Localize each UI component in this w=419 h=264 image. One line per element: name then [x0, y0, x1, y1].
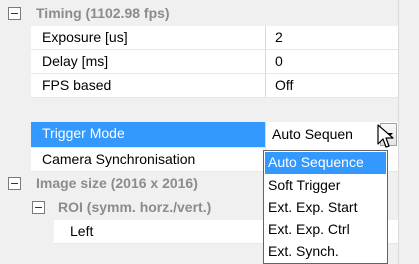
dropdown-option-ext-synch[interactable]: Ext. Synch.: [265, 241, 386, 263]
property-row-fps-based[interactable]: FPS based Off: [0, 74, 398, 98]
property-value[interactable]: Off: [266, 74, 398, 98]
property-name[interactable]: Exposure [us]: [31, 26, 266, 50]
category-timing[interactable]: Timing (1102.98 fps): [0, 2, 398, 26]
collapse-minus-icon[interactable]: [8, 177, 21, 190]
property-name[interactable]: Camera Synchronisation: [31, 148, 266, 172]
dropdown-option-soft-trigger[interactable]: Soft Trigger: [265, 175, 386, 197]
trigger-mode-dropdown-list: Auto Sequence Soft Trigger Ext. Exp. Sta…: [263, 150, 388, 264]
category-label-roi: ROI (symm. horz./vert.): [58, 199, 212, 215]
property-row-exposure[interactable]: Exposure [us] 2: [0, 26, 398, 50]
property-name[interactable]: FPS based: [31, 74, 266, 98]
collapse-minus-icon[interactable]: [8, 7, 21, 20]
property-name[interactable]: Delay [ms]: [31, 50, 266, 74]
property-row-trigger-mode[interactable]: Trigger Mode: [0, 98, 398, 148]
dropdown-option-ext-exp-ctrl[interactable]: Ext. Exp. Ctrl: [265, 219, 386, 241]
right-edge-panel: [398, 0, 419, 264]
dropdown-option-ext-exp-start[interactable]: Ext. Exp. Start: [265, 197, 386, 219]
dropdown-option-auto-sequence[interactable]: Auto Sequence: [265, 152, 386, 174]
property-name-selected[interactable]: Trigger Mode: [31, 122, 266, 148]
collapse-minus-icon[interactable]: [32, 201, 45, 214]
property-value[interactable]: 2: [266, 26, 398, 50]
category-label-timing: Timing (1102.98 fps): [36, 5, 170, 21]
property-row-delay[interactable]: Delay [ms] 0: [0, 50, 398, 74]
category-label-image-size: Image size (2016 x 2016): [36, 175, 198, 191]
mouse-pointer-icon: [377, 124, 394, 148]
property-name[interactable]: Left: [54, 220, 266, 244]
combobox-value: Auto Sequen: [272, 126, 353, 142]
property-value[interactable]: 0: [266, 50, 398, 74]
